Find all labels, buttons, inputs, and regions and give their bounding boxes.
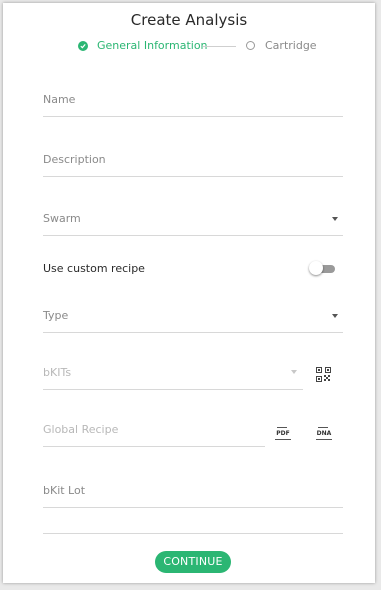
dna-icon-label: DNA [316,430,332,437]
name-label: Name [43,93,76,106]
continue-button[interactable]: CONTINUE [155,551,231,573]
bkits-label: bKITs [43,366,72,379]
chevron-down-icon [332,217,338,221]
chevron-down-icon [332,314,338,318]
create-analysis-dialog: Create Analysis General Information Cart… [3,3,375,583]
description-underline [43,176,343,177]
global-recipe-underline [43,446,265,447]
global-recipe-field[interactable]: Global Recipe [43,419,265,449]
pdf-icon-label: PDF [276,430,290,437]
step-connector [203,46,236,47]
type-select[interactable]: Type [43,305,343,335]
qr-code-icon[interactable] [316,367,331,386]
custom-recipe-label: Use custom recipe [43,262,145,275]
type-underline [43,332,343,333]
dna-icon[interactable]: DNA [316,427,332,443]
bkit-lot-label: bKit Lot [43,484,86,497]
bkit-lot-input-underline [43,533,343,534]
bkits-underline [43,389,303,390]
bkit-lot-field[interactable]: bKit Lot [43,480,343,510]
type-label: Type [43,309,69,322]
toggle-knob[interactable] [309,261,323,275]
step-dot-icon [246,41,255,50]
bkit-lot-underline [43,507,343,508]
name-underline [43,116,343,117]
description-field[interactable]: Description [43,149,343,179]
name-field[interactable]: Name [43,89,343,119]
stepper: General Information Cartridge [3,39,375,55]
description-label: Description [43,153,106,166]
chevron-down-icon [291,370,297,374]
global-recipe-label: Global Recipe [43,423,119,436]
pdf-icon[interactable]: PDF [275,427,291,443]
swarm-underline [43,235,343,236]
bkits-select[interactable]: bKITs [43,362,303,392]
step-general-information[interactable]: General Information [97,39,208,52]
swarm-label: Swarm [43,212,81,225]
check-icon [78,41,88,51]
dialog-title: Create Analysis [130,11,248,29]
step-cartridge[interactable]: Cartridge [265,39,317,52]
swarm-select[interactable]: Swarm [43,208,343,238]
